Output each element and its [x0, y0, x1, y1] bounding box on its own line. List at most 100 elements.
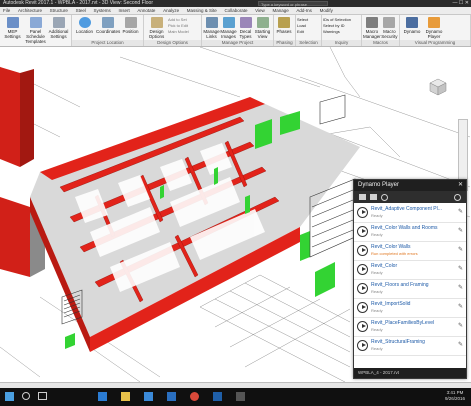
- script-status: Ready: [371, 270, 383, 275]
- tab-insert[interactable]: Insert: [118, 7, 129, 14]
- search-icon[interactable]: [22, 392, 30, 400]
- tab-modify[interactable]: Modify: [320, 7, 333, 14]
- window-controls[interactable]: — ☐ ✕: [453, 0, 469, 7]
- play-icon[interactable]: [357, 264, 368, 275]
- play-icon[interactable]: [357, 245, 368, 256]
- script-status: Ready: [371, 213, 383, 218]
- close-icon[interactable]: ✕: [458, 180, 463, 191]
- group-label: Project Location: [72, 40, 143, 46]
- play-icon[interactable]: [357, 321, 368, 332]
- ribbon-group-phasing: Phases Phasing: [274, 15, 296, 46]
- script-name: Revit_ImportSolid: [371, 301, 411, 307]
- list-item[interactable]: Revit_Color Walls Run completed with err…: [354, 242, 466, 261]
- folder-open-icon[interactable]: [370, 194, 377, 200]
- edit-icon[interactable]: ✎: [458, 284, 463, 291]
- window-title: Autodesk Revit 2017.1 - WPBLA - 2017.rvt…: [3, 0, 153, 6]
- edit-icon[interactable]: ✎: [458, 208, 463, 215]
- list-item[interactable]: Revit_StructuralFraming Ready ✎: [354, 337, 466, 356]
- dynamo-player-window: Dynamo Player ✕ Revit_Adaptive Component…: [353, 179, 467, 379]
- macro-security-icon: [383, 17, 396, 28]
- tab-massing[interactable]: Massing & Site: [187, 7, 217, 14]
- refresh-icon[interactable]: [381, 194, 388, 201]
- list-item[interactable]: Revit_ImportSolid Ready ✎: [354, 299, 466, 318]
- edge-icon[interactable]: [98, 392, 107, 401]
- group-label: Selection: [296, 40, 321, 46]
- group-label: Visual Programming: [400, 40, 470, 46]
- warnings-button[interactable]: Warnings: [323, 29, 360, 35]
- tab-steel[interactable]: Steel: [76, 7, 86, 14]
- mep-settings-icon: [6, 17, 19, 28]
- panel-schedule-templates-button[interactable]: Panel Schedule Templates: [24, 16, 47, 46]
- script-name: Revit_Color Walls and Rooms: [371, 225, 438, 231]
- tab-collaborate[interactable]: Collaborate: [224, 7, 247, 14]
- app-icon[interactable]: [236, 392, 245, 401]
- dynamo-player-title: Dynamo Player: [358, 182, 400, 188]
- tab-systems[interactable]: Systems: [94, 7, 111, 14]
- ribbon-panel: MEP Settings Panel Schedule Templates Ad…: [0, 15, 471, 47]
- edit-icon[interactable]: ✎: [458, 341, 463, 348]
- edit-icon[interactable]: ✎: [458, 265, 463, 272]
- script-name: Revit_Color Walls: [371, 244, 411, 250]
- edit-icon[interactable]: ✎: [458, 322, 463, 329]
- store-icon[interactable]: [144, 392, 153, 401]
- windows-start-icon[interactable]: [5, 392, 14, 401]
- dynamo-player-icon: [428, 17, 440, 28]
- mep-settings-button[interactable]: MEP Settings: [1, 16, 24, 46]
- main-model-select[interactable]: Main Model: [168, 29, 198, 35]
- play-icon[interactable]: [357, 283, 368, 294]
- system-clock[interactable]: 3:41 PM 9/26/2016: [445, 390, 465, 402]
- group-label: Macros: [362, 40, 399, 46]
- script-status: Run completed with errors: [371, 251, 418, 256]
- ribbon-group-inquiry: IDs of Selection Select by ID Warnings I…: [322, 15, 362, 46]
- script-list: Revit_Adaptive Component Pl... Ready ✎ R…: [354, 204, 466, 367]
- list-item[interactable]: Revit_PlaceFamiliesByLevel Ready ✎: [354, 318, 466, 337]
- edit-icon[interactable]: ✎: [458, 303, 463, 310]
- ribbon-tabs: File Architecture Structure Steel System…: [0, 7, 471, 15]
- ribbon-group-settings: MEP Settings Panel Schedule Templates Ad…: [0, 15, 72, 46]
- list-item[interactable]: Revit_Color Ready ✎: [354, 261, 466, 280]
- chrome-icon[interactable]: [190, 392, 199, 401]
- starting-view-icon: [256, 17, 269, 28]
- additional-settings-button[interactable]: Additional Settings: [47, 16, 70, 46]
- tab-annotate[interactable]: Annotate: [137, 7, 155, 14]
- tab-analyze[interactable]: Analyze: [163, 7, 179, 14]
- globe-icon: [78, 17, 91, 28]
- group-label: Phasing: [274, 40, 295, 46]
- tab-view[interactable]: View: [255, 7, 265, 14]
- links-icon: [205, 17, 218, 28]
- play-icon[interactable]: [357, 340, 368, 351]
- edit-icon[interactable]: ✎: [458, 246, 463, 253]
- script-name: Revit_PlaceFamiliesByLevel: [371, 320, 435, 326]
- viewcube-icon[interactable]: [425, 75, 451, 99]
- file-explorer-icon[interactable]: [121, 392, 130, 401]
- play-icon[interactable]: [357, 226, 368, 237]
- folder-icon[interactable]: [359, 194, 366, 200]
- revit-app-icon[interactable]: [213, 392, 222, 401]
- coordinates-icon: [101, 17, 114, 28]
- tab-structure[interactable]: Structure: [50, 7, 68, 14]
- tab-manage[interactable]: Manage: [272, 7, 288, 14]
- ribbon-group-selection: Select Load Edit Selection: [296, 15, 322, 46]
- search-input[interactable]: Type a keyword or phrase: [258, 1, 328, 7]
- script-name: Revit_Floors and Framing: [371, 282, 429, 288]
- mail-icon[interactable]: [167, 392, 176, 401]
- play-icon[interactable]: [357, 302, 368, 313]
- list-item[interactable]: Revit_Floors and Framing Ready ✎: [354, 280, 466, 299]
- script-status: Ready: [371, 346, 383, 351]
- tab-architecture[interactable]: Architecture: [18, 7, 42, 14]
- list-item[interactable]: Revit_Adaptive Component Pl... Ready ✎: [354, 204, 466, 223]
- group-label: Inquiry: [322, 40, 361, 46]
- task-view-icon[interactable]: [38, 392, 47, 400]
- tab-file[interactable]: File: [3, 7, 10, 14]
- tab-addins[interactable]: Add-Ins: [296, 7, 312, 14]
- dynamo-icon: [406, 17, 418, 28]
- ribbon-group-manage-project: Manage Links Manage Images Decal Types S…: [202, 15, 274, 46]
- clock-date: 9/26/2016: [444, 396, 465, 401]
- list-item[interactable]: Revit_Color Walls and Rooms Ready ✎: [354, 223, 466, 242]
- decal-icon: [239, 17, 252, 28]
- edit-button[interactable]: Edit: [297, 29, 320, 35]
- dynamo-toolbar: [354, 191, 466, 203]
- help-icon[interactable]: [454, 194, 461, 201]
- edit-icon[interactable]: ✎: [458, 227, 463, 234]
- play-icon[interactable]: [357, 207, 368, 218]
